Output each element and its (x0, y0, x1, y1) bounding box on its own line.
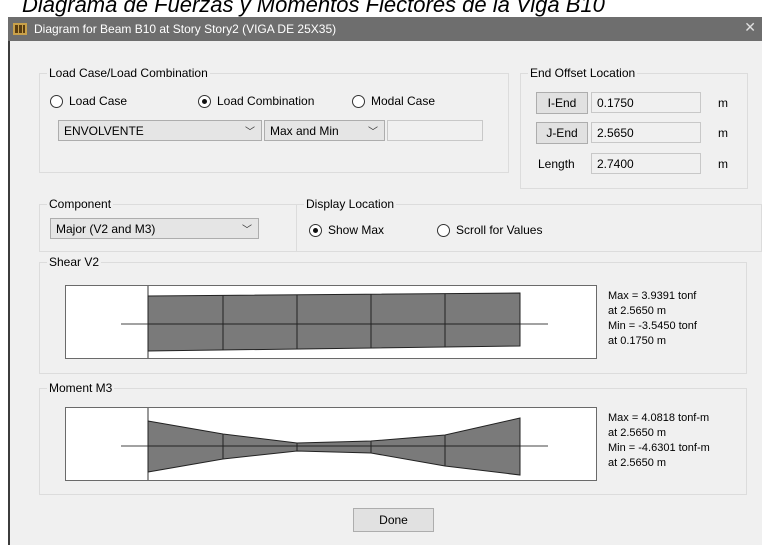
radio-modal-case-label: Modal Case (371, 94, 436, 108)
radio-scroll-for-values-label: Scroll for Values (456, 223, 543, 237)
done-button-label: Done (379, 513, 408, 527)
j-end-field: 2.5650 (591, 122, 701, 143)
shear-plot (65, 285, 597, 359)
done-button[interactable]: Done (353, 508, 434, 532)
combination-select[interactable]: ENVOLVENTE ﹀ (58, 120, 262, 141)
j-end-unit: m (718, 126, 728, 140)
radio-load-case-circle[interactable] (50, 94, 63, 108)
end-offset-group: End Offset Location I-End 0.1750 m J-End… (520, 66, 748, 189)
shear-stats: Max = 3.9391 tonf at 2.5650 m Min = -3.5… (608, 289, 697, 349)
shear-group: Shear V2 Max = 3.9391 tonf at 2.5650 m M… (39, 255, 747, 374)
component-group-label: Component (47, 197, 114, 211)
i-end-button-label: I-End (547, 96, 577, 110)
length-field: 2.7400 (591, 153, 701, 174)
display-location-group-label: Display Location (304, 197, 397, 211)
length-label: Length (538, 157, 575, 171)
moment-group: Moment M3 Max = 4.0818 tonf-m at 2.5650 … (39, 381, 747, 495)
i-end-unit: m (718, 96, 728, 110)
radio-show-max-circle[interactable] (309, 223, 322, 237)
window-title: Diagram for Beam B10 at Story Story2 (VI… (34, 22, 337, 36)
radio-load-combination[interactable]: Load Combination (198, 94, 314, 108)
j-end-button[interactable]: J-End (536, 122, 588, 144)
radio-load-case[interactable]: Load Case (50, 94, 127, 108)
radio-show-max-label: Show Max (328, 223, 385, 237)
envelope-select-value: Max and Min (270, 123, 339, 138)
moment-plot (65, 407, 597, 481)
envelope-select[interactable]: Max and Min ﹀ (264, 120, 385, 141)
window-titlebar[interactable]: Diagram for Beam B10 at Story Story2 (VI… (8, 17, 762, 41)
j-end-button-label: J-End (546, 126, 578, 140)
component-group: Component Major (V2 and M3) ﹀ (39, 197, 297, 252)
radio-show-max[interactable]: Show Max (309, 223, 384, 237)
component-select-value: Major (V2 and M3) (56, 221, 156, 236)
radio-load-combination-label: Load Combination (217, 94, 315, 108)
moment-diagram (121, 408, 548, 480)
chevron-down-icon[interactable]: ﹀ (368, 123, 378, 138)
extra-value-box[interactable] (387, 120, 483, 141)
i-end-value: 0.1750 (597, 95, 634, 110)
component-select[interactable]: Major (V2 and M3) ﹀ (50, 218, 259, 239)
dialog-body: Load Case/Load Combination Load Case Loa… (10, 41, 762, 545)
shear-diagram (121, 286, 548, 358)
moment-stats: Max = 4.0818 tonf-m at 2.5650 m Min = -4… (608, 411, 710, 471)
load-case-group: Load Case/Load Combination Load Case Loa… (39, 66, 509, 173)
close-icon[interactable]: ✕ (744, 19, 756, 36)
combination-select-value: ENVOLVENTE (64, 123, 144, 138)
shear-min: Min = -3.5450 tonf (608, 320, 697, 332)
i-end-field: 0.1750 (591, 92, 701, 113)
load-case-group-label: Load Case/Load Combination (47, 66, 210, 80)
shear-max: Max = 3.9391 tonf (608, 290, 697, 302)
radio-load-case-label: Load Case (69, 94, 128, 108)
moment-max-location: at 2.5650 m (608, 427, 667, 439)
shear-min-location: at 0.1750 m (608, 335, 667, 347)
moment-max: Max = 4.0818 tonf-m (608, 412, 710, 424)
radio-modal-case[interactable]: Modal Case (352, 94, 435, 108)
moment-min-location: at 2.5650 m (608, 457, 667, 469)
radio-load-combination-circle[interactable] (198, 94, 211, 108)
app-icon (13, 23, 27, 35)
i-end-button[interactable]: I-End (536, 92, 588, 114)
figure-caption: Diagrama de Fuerzas y Momentos Flectores… (22, 0, 605, 17)
length-value: 2.7400 (597, 156, 634, 171)
chevron-down-icon[interactable]: ﹀ (242, 221, 252, 236)
moment-group-label: Moment M3 (47, 381, 115, 395)
shear-area (147, 292, 521, 352)
radio-scroll-for-values[interactable]: Scroll for Values (437, 223, 542, 237)
j-end-value: 2.5650 (597, 125, 634, 140)
radio-modal-case-circle[interactable] (352, 94, 365, 108)
length-unit: m (718, 157, 728, 171)
end-offset-group-label: End Offset Location (528, 66, 638, 80)
shear-max-location: at 2.5650 m (608, 305, 667, 317)
shear-group-label: Shear V2 (47, 255, 102, 269)
display-location-group: Display Location Show Max Scroll for Val… (296, 197, 762, 252)
chevron-down-icon[interactable]: ﹀ (245, 123, 255, 138)
radio-scroll-for-values-circle[interactable] (437, 223, 450, 237)
moment-min: Min = -4.6301 tonf-m (608, 442, 710, 454)
